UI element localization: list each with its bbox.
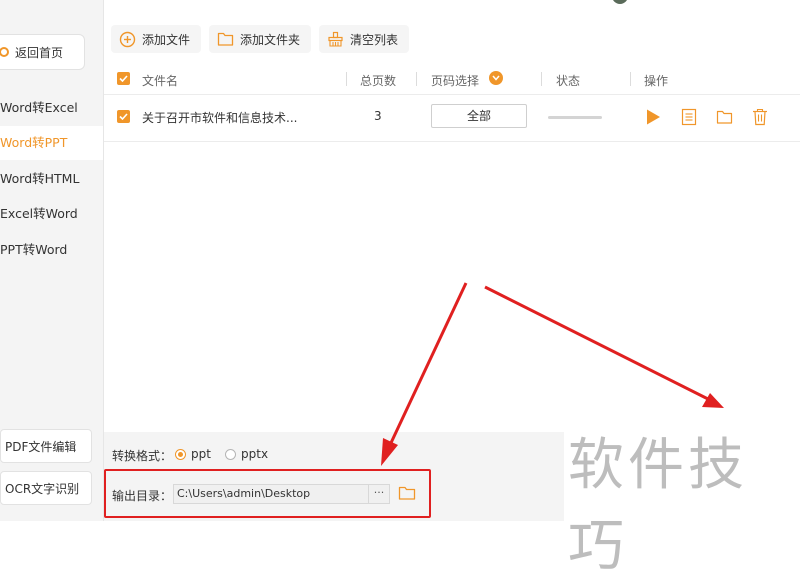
watermark: 软件技巧 — [568, 433, 748, 579]
